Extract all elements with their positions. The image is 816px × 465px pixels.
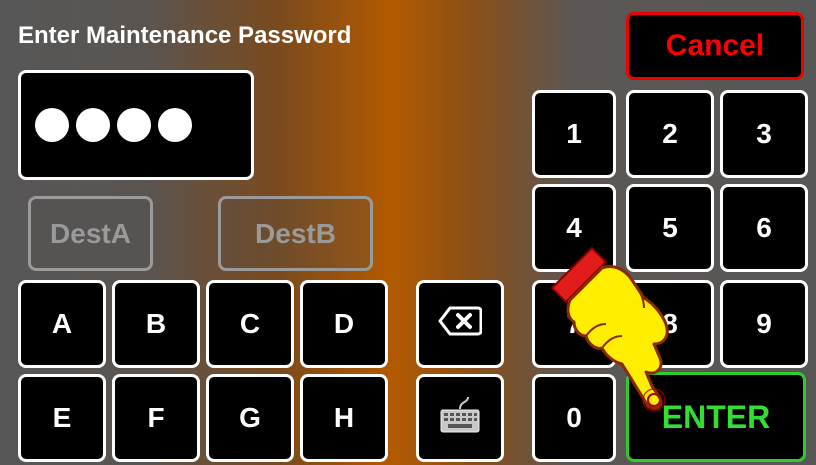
key-d[interactable]: D	[300, 280, 388, 368]
keyboard-icon	[438, 395, 482, 442]
backspace-button[interactable]	[416, 280, 504, 368]
backspace-icon	[438, 306, 483, 343]
key-c[interactable]: C	[206, 280, 294, 368]
password-dot	[76, 108, 110, 142]
password-dot	[117, 108, 151, 142]
pointing-hand-icon	[540, 240, 690, 425]
dest-b-button[interactable]: DestB	[218, 196, 373, 271]
key-f[interactable]: F	[112, 374, 200, 462]
password-display	[18, 70, 254, 180]
key-e[interactable]: E	[18, 374, 106, 462]
key-3[interactable]: 3	[720, 90, 808, 178]
page-title: Enter Maintenance Password	[18, 22, 352, 49]
key-6[interactable]: 6	[720, 184, 808, 272]
key-9[interactable]: 9	[720, 280, 808, 368]
dest-a-button[interactable]: DestA	[28, 196, 153, 271]
password-dot	[35, 108, 69, 142]
cancel-button[interactable]: Cancel	[626, 12, 804, 80]
key-g[interactable]: G	[206, 374, 294, 462]
key-2[interactable]: 2	[626, 90, 714, 178]
key-a[interactable]: A	[18, 280, 106, 368]
key-b[interactable]: B	[112, 280, 200, 368]
password-dot	[158, 108, 192, 142]
keyboard-toggle-button[interactable]	[416, 374, 504, 462]
key-h[interactable]: H	[300, 374, 388, 462]
key-1[interactable]: 1	[532, 90, 616, 178]
